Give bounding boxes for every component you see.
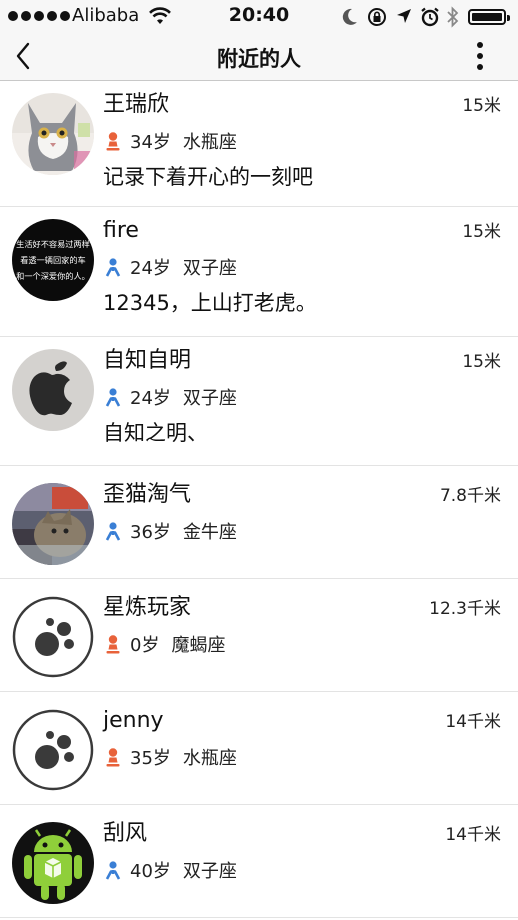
vertical-ellipsis-icon[interactable] xyxy=(468,38,492,74)
person-zodiac: 双子座 xyxy=(182,388,237,409)
apple-logo-avatar-image xyxy=(12,349,94,431)
nearby-people-list: 王瑞欣 34岁 水瓶座 记录下着开心的一刻吧 15米 生活好不容易过两样 看透一… xyxy=(0,81,518,918)
person-info: 35岁 水瓶座 xyxy=(103,745,237,769)
person-age: 40岁 xyxy=(130,861,171,882)
avatar[interactable] xyxy=(12,483,94,565)
alarm-icon xyxy=(421,7,439,27)
svg-text:生活好不容易过两样: 生活好不容易过两样 xyxy=(16,239,90,249)
cat-avatar-image xyxy=(12,93,94,175)
bluetooth-icon xyxy=(447,6,459,28)
svg-text:和一个深爱你的人。: 和一个深爱你的人。 xyxy=(16,271,90,281)
person-distance: 12.3千米 xyxy=(429,599,501,619)
person-name: 歪猫淘气 xyxy=(103,482,192,507)
male-icon xyxy=(105,388,121,407)
person-signature: 12345，上山打老虎。 xyxy=(103,291,317,315)
person-age: 24岁 xyxy=(130,388,171,409)
avatar[interactable] xyxy=(12,349,94,431)
status-time: 20:40 xyxy=(228,4,290,26)
person-name: 王瑞欣 xyxy=(103,92,170,117)
person-name: 刮风 xyxy=(103,821,148,846)
person-row[interactable]: 自知自明 24岁 双子座 自知之明、 15米 xyxy=(0,337,518,466)
person-distance: 14千米 xyxy=(445,825,501,845)
default-paw-avatar-image xyxy=(12,709,94,791)
male-icon xyxy=(105,861,121,880)
person-info: 36岁 金牛座 xyxy=(103,519,237,543)
person-age: 35岁 xyxy=(130,748,171,769)
person-distance: 15米 xyxy=(462,352,501,372)
person-name: 自知自明 xyxy=(103,348,192,373)
person-info: 24岁 双子座 xyxy=(103,385,237,409)
avatar[interactable] xyxy=(12,596,94,678)
person-row[interactable]: 生活好不容易过两样 看透一辆回家的车 和一个深爱你的人。 fire 24岁 双子… xyxy=(0,207,518,337)
person-info: 0岁 魔蝎座 xyxy=(103,632,225,656)
text-avatar-image: 生活好不容易过两样 看透一辆回家的车 和一个深爱你的人。 xyxy=(12,219,94,301)
person-name: jenny xyxy=(103,708,164,733)
person-zodiac: 水瓶座 xyxy=(182,748,237,769)
cat-laptop-avatar-image xyxy=(12,483,94,565)
person-age: 0岁 xyxy=(130,635,160,656)
person-info: 34岁 水瓶座 xyxy=(103,129,237,153)
svg-text:看透一辆回家的车: 看透一辆回家的车 xyxy=(20,255,86,265)
person-row[interactable]: 歪猫淘气 36岁 金牛座 7.8千米 xyxy=(0,466,518,579)
status-bar: Alibaba 20:40 xyxy=(0,0,518,34)
male-icon xyxy=(105,522,121,541)
battery-icon xyxy=(468,9,510,25)
female-icon xyxy=(106,635,120,654)
person-name: fire xyxy=(103,218,139,243)
person-row[interactable]: 星炼玩家 0岁 魔蝎座 12.3千米 xyxy=(0,579,518,692)
person-distance: 14千米 xyxy=(445,712,501,732)
rotation-lock-icon xyxy=(368,8,386,26)
person-zodiac: 双子座 xyxy=(182,861,237,882)
person-distance: 15米 xyxy=(462,96,501,116)
person-signature: 记录下着开心的一刻吧 xyxy=(103,165,313,189)
avatar[interactable] xyxy=(12,93,94,175)
person-age: 36岁 xyxy=(130,522,171,543)
android-avatar-image xyxy=(12,822,94,904)
person-row[interactable]: 刮风 40岁 双子座 14千米 xyxy=(0,805,518,918)
female-icon xyxy=(106,748,120,767)
navigation-bar: 附近的人 xyxy=(0,34,518,81)
person-info: 40岁 双子座 xyxy=(103,858,237,882)
moon-icon xyxy=(342,8,357,25)
page-title: 附近的人 xyxy=(217,47,301,71)
person-zodiac: 魔蝎座 xyxy=(171,635,226,656)
person-row[interactable]: 王瑞欣 34岁 水瓶座 记录下着开心的一刻吧 15米 xyxy=(0,81,518,207)
avatar[interactable] xyxy=(12,822,94,904)
person-zodiac: 水瓶座 xyxy=(182,132,237,153)
person-age: 34岁 xyxy=(130,132,171,153)
default-paw-avatar-image xyxy=(12,596,94,678)
avatar[interactable]: 生活好不容易过两样 看透一辆回家的车 和一个深爱你的人。 xyxy=(12,219,94,301)
person-distance: 15米 xyxy=(462,222,501,242)
person-row[interactable]: jenny 35岁 水瓶座 14千米 xyxy=(0,692,518,805)
person-info: 24岁 双子座 xyxy=(103,255,237,279)
person-age: 24岁 xyxy=(130,258,171,279)
person-name: 星炼玩家 xyxy=(103,595,192,620)
person-signature: 自知之明、 xyxy=(103,421,208,445)
female-icon xyxy=(106,132,120,151)
person-zodiac: 金牛座 xyxy=(182,522,237,543)
person-zodiac: 双子座 xyxy=(182,258,237,279)
avatar[interactable] xyxy=(12,709,94,791)
male-icon xyxy=(105,258,121,277)
person-distance: 7.8千米 xyxy=(439,486,501,506)
location-arrow-icon xyxy=(397,9,411,23)
